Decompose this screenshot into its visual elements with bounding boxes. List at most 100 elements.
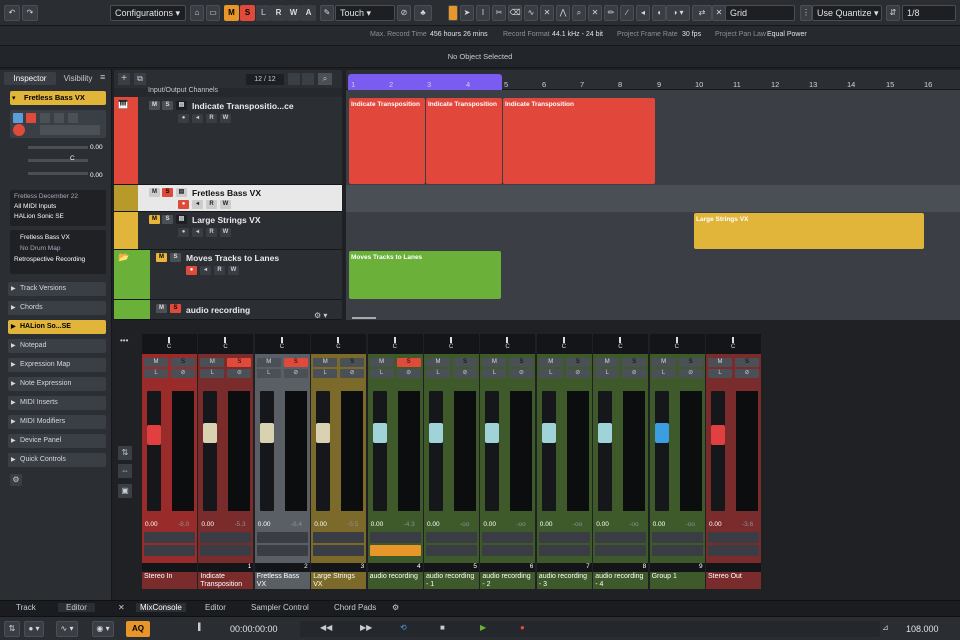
track-moves-tracks-to-lanes[interactable]: 📂 M S Moves Tracks to Lanes ● ◂ R W [114,250,342,300]
track-list-settings-icon[interactable]: ⚙ ▾ [314,311,327,320]
midi-part-transposition-1[interactable]: Indicate Transposition [349,98,425,184]
pan-slider[interactable] [28,159,88,162]
track-write-button[interactable]: W [220,114,231,123]
erase-icon[interactable]: ⌫ [508,5,522,21]
track-search-icon[interactable]: ⌕ [318,73,332,85]
midi-part-transposition-2[interactable]: Indicate Transposition [426,98,502,184]
record-format-value[interactable]: 44.1 kHz - 24 bit [552,31,603,38]
track-color-strip[interactable] [114,300,150,319]
monitor-record-row[interactable] [313,545,365,556]
fader-cap[interactable] [147,425,161,445]
inspector-menu-icon[interactable]: ≡ [100,72,105,82]
track-mute-button[interactable]: M [156,304,167,313]
track-solo-button[interactable]: S [162,101,173,110]
automation-mode-dropdown[interactable]: Touch ▾ [335,5,395,21]
project-window-event-display[interactable]: 1 2 3 4 5 6 7 8 9 10 11 12 13 14 15 16 I… [346,70,960,320]
monitor-record-row[interactable] [144,545,195,556]
volume-readout[interactable]: 0.00 [427,521,440,528]
play-icon[interactable]: ▶ [480,623,486,632]
track-solo-button[interactable]: S [170,304,181,313]
time-format-icon[interactable]: ▌ [198,624,203,631]
read-write-row[interactable] [369,532,421,543]
channel-listen-button[interactable]: L [708,369,732,378]
read-write-row[interactable] [313,532,365,543]
section-track-versions[interactable]: ▶ Track Versions [8,282,106,296]
quantize-settings-icon[interactable]: ⇵ [886,5,900,21]
channel-mute-button[interactable]: M [313,358,338,367]
tab-inspector[interactable]: Inspector [4,72,56,85]
channel-solo-button[interactable]: S [509,358,534,367]
record-enable-icon[interactable] [13,124,25,136]
channel-name[interactable]: audio recording - 1 [424,572,479,589]
auto-settings-icon[interactable]: ⊘ [397,5,411,21]
track-name[interactable]: Moves Tracks to Lanes [186,253,279,263]
channel-listen-button[interactable]: L [595,369,620,378]
fader-cap[interactable] [203,423,218,443]
volume-readout[interactable]: 0.00 [201,521,214,528]
add-track-icon[interactable]: + [118,73,130,85]
read-write-row[interactable] [200,532,252,543]
quantize-value-dropdown[interactable]: 1/8 [902,5,956,21]
track-options-icon[interactable] [302,73,314,85]
channel-mute-button[interactable]: M [595,358,620,367]
track-color-strip[interactable] [114,97,138,184]
section-midi-modifiers[interactable]: ▶ MIDI Modifiers [8,415,106,429]
mute-tool-icon[interactable]: ✕ [540,5,554,21]
fader-track[interactable] [711,391,725,511]
channel-read-button[interactable]: ⊘ [622,369,647,378]
fader-cap[interactable] [598,423,613,443]
pan-knob-area[interactable]: C [311,334,367,354]
read-write-row[interactable] [256,532,308,543]
close-zone-icon[interactable]: ✕ [118,603,125,612]
volume-slider[interactable] [28,146,88,149]
volume-readout[interactable]: 0.00 [596,521,609,528]
volume-readout[interactable]: 0.00 [653,521,666,528]
section-midi-inserts[interactable]: ▶ MIDI Inserts [8,396,106,410]
stop-icon[interactable]: ■ [440,623,445,632]
pan-knob-area[interactable]: C [480,334,536,354]
pan-knob-area[interactable]: C [198,334,254,354]
midi-part-transposition-3[interactable]: Indicate Transposition [503,98,655,184]
frame-rate-value[interactable]: 30 fps [682,31,701,38]
channel-read-button[interactable]: ⊘ [678,369,703,378]
channel-name[interactable]: Stereo In [142,572,197,589]
listen-mode-button[interactable]: L [256,5,271,21]
color-tool-icon[interactable]: ◑ ▾ [666,5,690,21]
channel-mute-button[interactable]: M [144,358,168,367]
track-write-button[interactable]: W [220,228,231,237]
channel-solo-button[interactable]: S [678,358,703,367]
monitor-record-row[interactable] [595,545,647,556]
inspector-monitor-row[interactable] [40,125,100,135]
mixer-zoom-icon[interactable]: ⇔ [118,464,132,478]
track-monitor-icon[interactable]: ◂ [192,200,203,209]
instrument-select[interactable]: HALion Sonic SE [14,212,102,222]
undo-icon[interactable]: ↶ [4,5,20,21]
clubs-icon[interactable]: ♣ [414,5,432,21]
pan-knob-area[interactable]: C [254,334,310,354]
tab-mixconsole[interactable]: MixConsole [136,603,186,612]
fader-cap[interactable] [259,423,274,443]
track-audio-recording[interactable]: M S audio recording [114,300,342,320]
channel-listen-button[interactable]: L [651,369,676,378]
configurations-dropdown[interactable]: Configurations ▾ [110,5,186,21]
section-notepad[interactable]: ▶ Notepad [8,339,106,353]
channel-mute-button[interactable]: M [369,358,394,367]
channel-read-button[interactable]: ⊘ [565,369,590,378]
volume-readout[interactable]: 0.00 [709,521,722,528]
track-edit-icon[interactable]: ▤ [176,215,187,224]
pan-law-value[interactable]: Equal Power [767,31,807,38]
channel-solo-button[interactable]: S [171,358,195,367]
send-slider[interactable] [28,172,88,175]
section-note-expression[interactable]: ▶ Note Expression [8,377,106,391]
pointer-icon[interactable]: ➤ [460,5,474,21]
channel-name[interactable]: audio recording - 4 [593,572,649,589]
record-icon[interactable]: ● [520,623,525,632]
channel-solo-button[interactable]: S [227,358,252,367]
track-mute-button[interactable]: M [149,101,160,110]
tab-settings-icon[interactable]: ⚙ [392,603,399,612]
channel-read-button[interactable]: ⊘ [509,369,534,378]
tempo-display[interactable]: 108.000 [906,621,954,637]
volume-readout[interactable]: 0.00 [540,521,553,528]
channel-solo-button[interactable]: S [396,358,421,367]
track-edit-icon[interactable]: ▤ [176,101,187,110]
